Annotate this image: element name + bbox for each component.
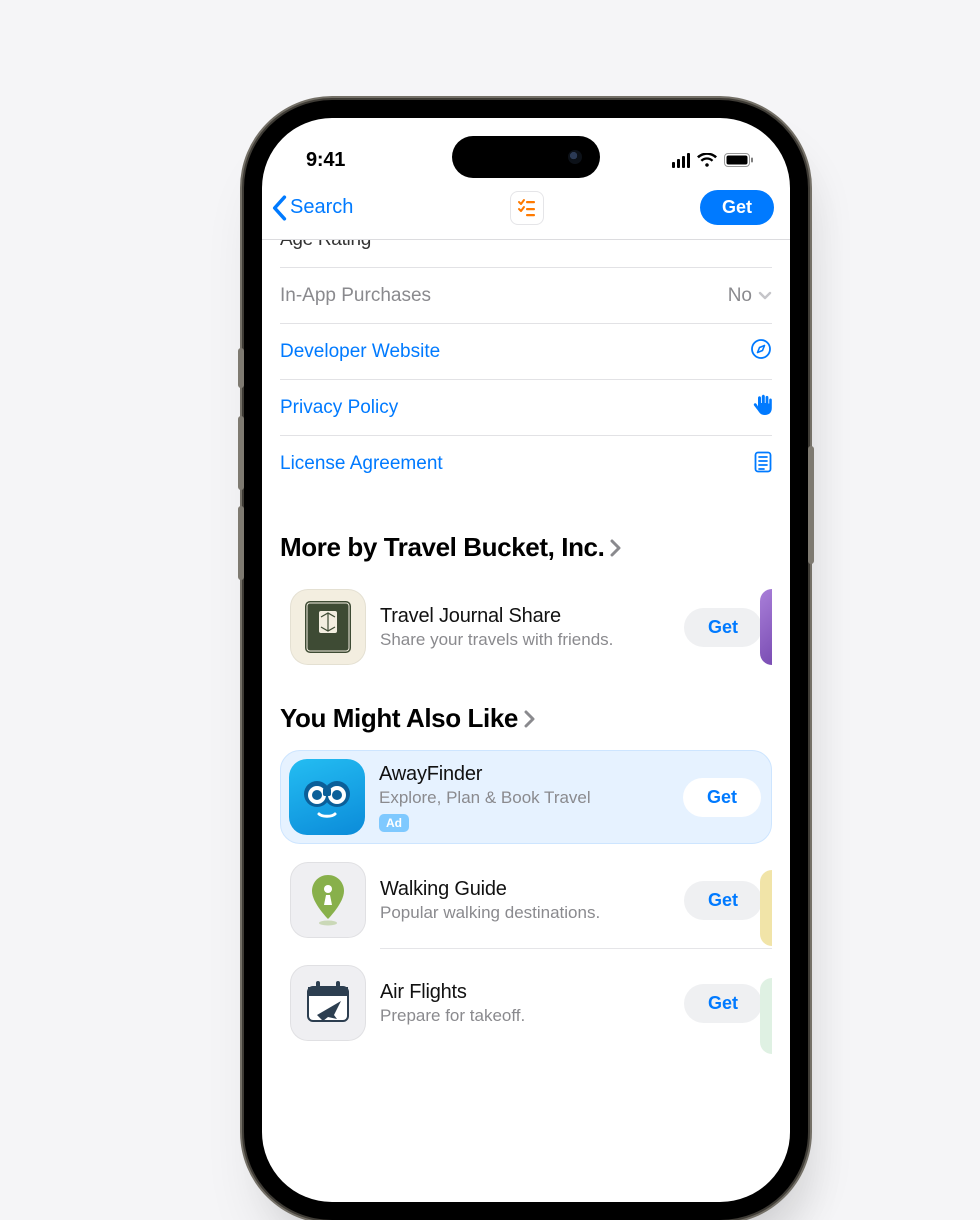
app-card-travel-journal[interactable]: Travel Journal Share Share your travels … (280, 579, 772, 675)
peek-next-app[interactable] (760, 870, 772, 946)
app-meta: Travel Journal Share Share your travels … (380, 605, 670, 650)
checklist-icon (516, 197, 538, 219)
battery-icon (724, 153, 754, 167)
row-value: No (728, 285, 772, 307)
app-meta: AwayFinder Explore, Plan & Book Travel A… (379, 763, 669, 832)
get-button[interactable]: Get (684, 881, 762, 920)
screen: 9:41 Search (262, 118, 790, 1202)
app-subtitle: Popular walking destinations. (380, 903, 670, 923)
app-meta: Walking Guide Popular walking destinatio… (380, 878, 670, 923)
calendar-plane-icon (302, 977, 354, 1029)
app-card-air-flights[interactable]: Air Flights Prepare for takeoff. Get (280, 949, 772, 1051)
content[interactable]: Age Rating In-App Purchases No Developer… (262, 240, 790, 1202)
dynamic-island (452, 136, 600, 178)
row-label: Age Rating (280, 240, 371, 251)
section-you-might-like[interactable]: You Might Also Like (280, 703, 772, 734)
compass-icon (750, 338, 772, 365)
side-button (238, 416, 244, 490)
peek-next-app[interactable] (760, 978, 772, 1054)
section-more-by[interactable]: More by Travel Bucket, Inc. (280, 532, 772, 563)
cellular-icon (672, 153, 691, 168)
ad-badge: Ad (379, 814, 409, 832)
chevron-right-icon (610, 539, 622, 557)
document-icon (754, 451, 772, 478)
info-row-privacy[interactable]: Privacy Policy (280, 380, 772, 436)
info-row-iap[interactable]: In-App Purchases No (280, 268, 772, 324)
wifi-icon (697, 153, 717, 168)
row-label: License Agreement (280, 453, 443, 475)
row-label: In-App Purchases (280, 285, 431, 307)
side-button (238, 506, 244, 580)
get-button[interactable]: Get (684, 608, 762, 647)
section-title-label: More by Travel Bucket, Inc. (280, 532, 604, 563)
binoculars-face-icon (296, 766, 358, 828)
app-icon (289, 759, 365, 835)
info-row-age[interactable]: Age Rating (280, 240, 772, 268)
app-name: Walking Guide (380, 878, 670, 901)
section-title-label: You Might Also Like (280, 703, 518, 734)
back-button[interactable]: Search (270, 195, 353, 221)
chevron-right-icon (524, 710, 536, 728)
get-button[interactable]: Get (683, 778, 761, 817)
nav-bar: Search Get (262, 184, 790, 240)
app-meta: Air Flights Prepare for takeoff. (380, 981, 670, 1026)
app-icon (290, 862, 366, 938)
side-button (238, 348, 244, 388)
chevron-down-icon (758, 291, 772, 301)
journal-icon (303, 599, 353, 655)
info-row-dev-website[interactable]: Developer Website (280, 324, 772, 380)
row-label: Developer Website (280, 341, 440, 363)
iphone-frame: 9:41 Search (244, 100, 808, 1220)
map-pin-icon (308, 873, 348, 927)
row-label: Privacy Policy (280, 397, 398, 419)
info-row-license[interactable]: License Agreement (280, 436, 772, 492)
status-time: 9:41 (306, 149, 345, 172)
app-subtitle: Explore, Plan & Book Travel (379, 788, 669, 808)
side-button (808, 446, 814, 564)
app-name: Air Flights (380, 981, 670, 1004)
app-icon (290, 589, 366, 665)
status-icons (672, 153, 755, 168)
app-card-awayfinder[interactable]: AwayFinder Explore, Plan & Book Travel A… (280, 750, 772, 844)
nav-app-icon[interactable] (510, 191, 544, 225)
hand-icon (752, 394, 772, 421)
app-subtitle: Share your travels with friends. (380, 630, 670, 650)
get-button[interactable]: Get (700, 190, 774, 225)
get-button[interactable]: Get (684, 984, 762, 1023)
peek-next-app[interactable] (760, 589, 772, 665)
back-label: Search (290, 196, 353, 219)
app-name: AwayFinder (379, 763, 669, 786)
app-card-walking-guide[interactable]: Walking Guide Popular walking destinatio… (280, 844, 772, 948)
app-icon (290, 965, 366, 1041)
app-subtitle: Prepare for takeoff. (380, 1006, 670, 1026)
chevron-left-icon (270, 195, 288, 221)
app-name: Travel Journal Share (380, 605, 670, 628)
